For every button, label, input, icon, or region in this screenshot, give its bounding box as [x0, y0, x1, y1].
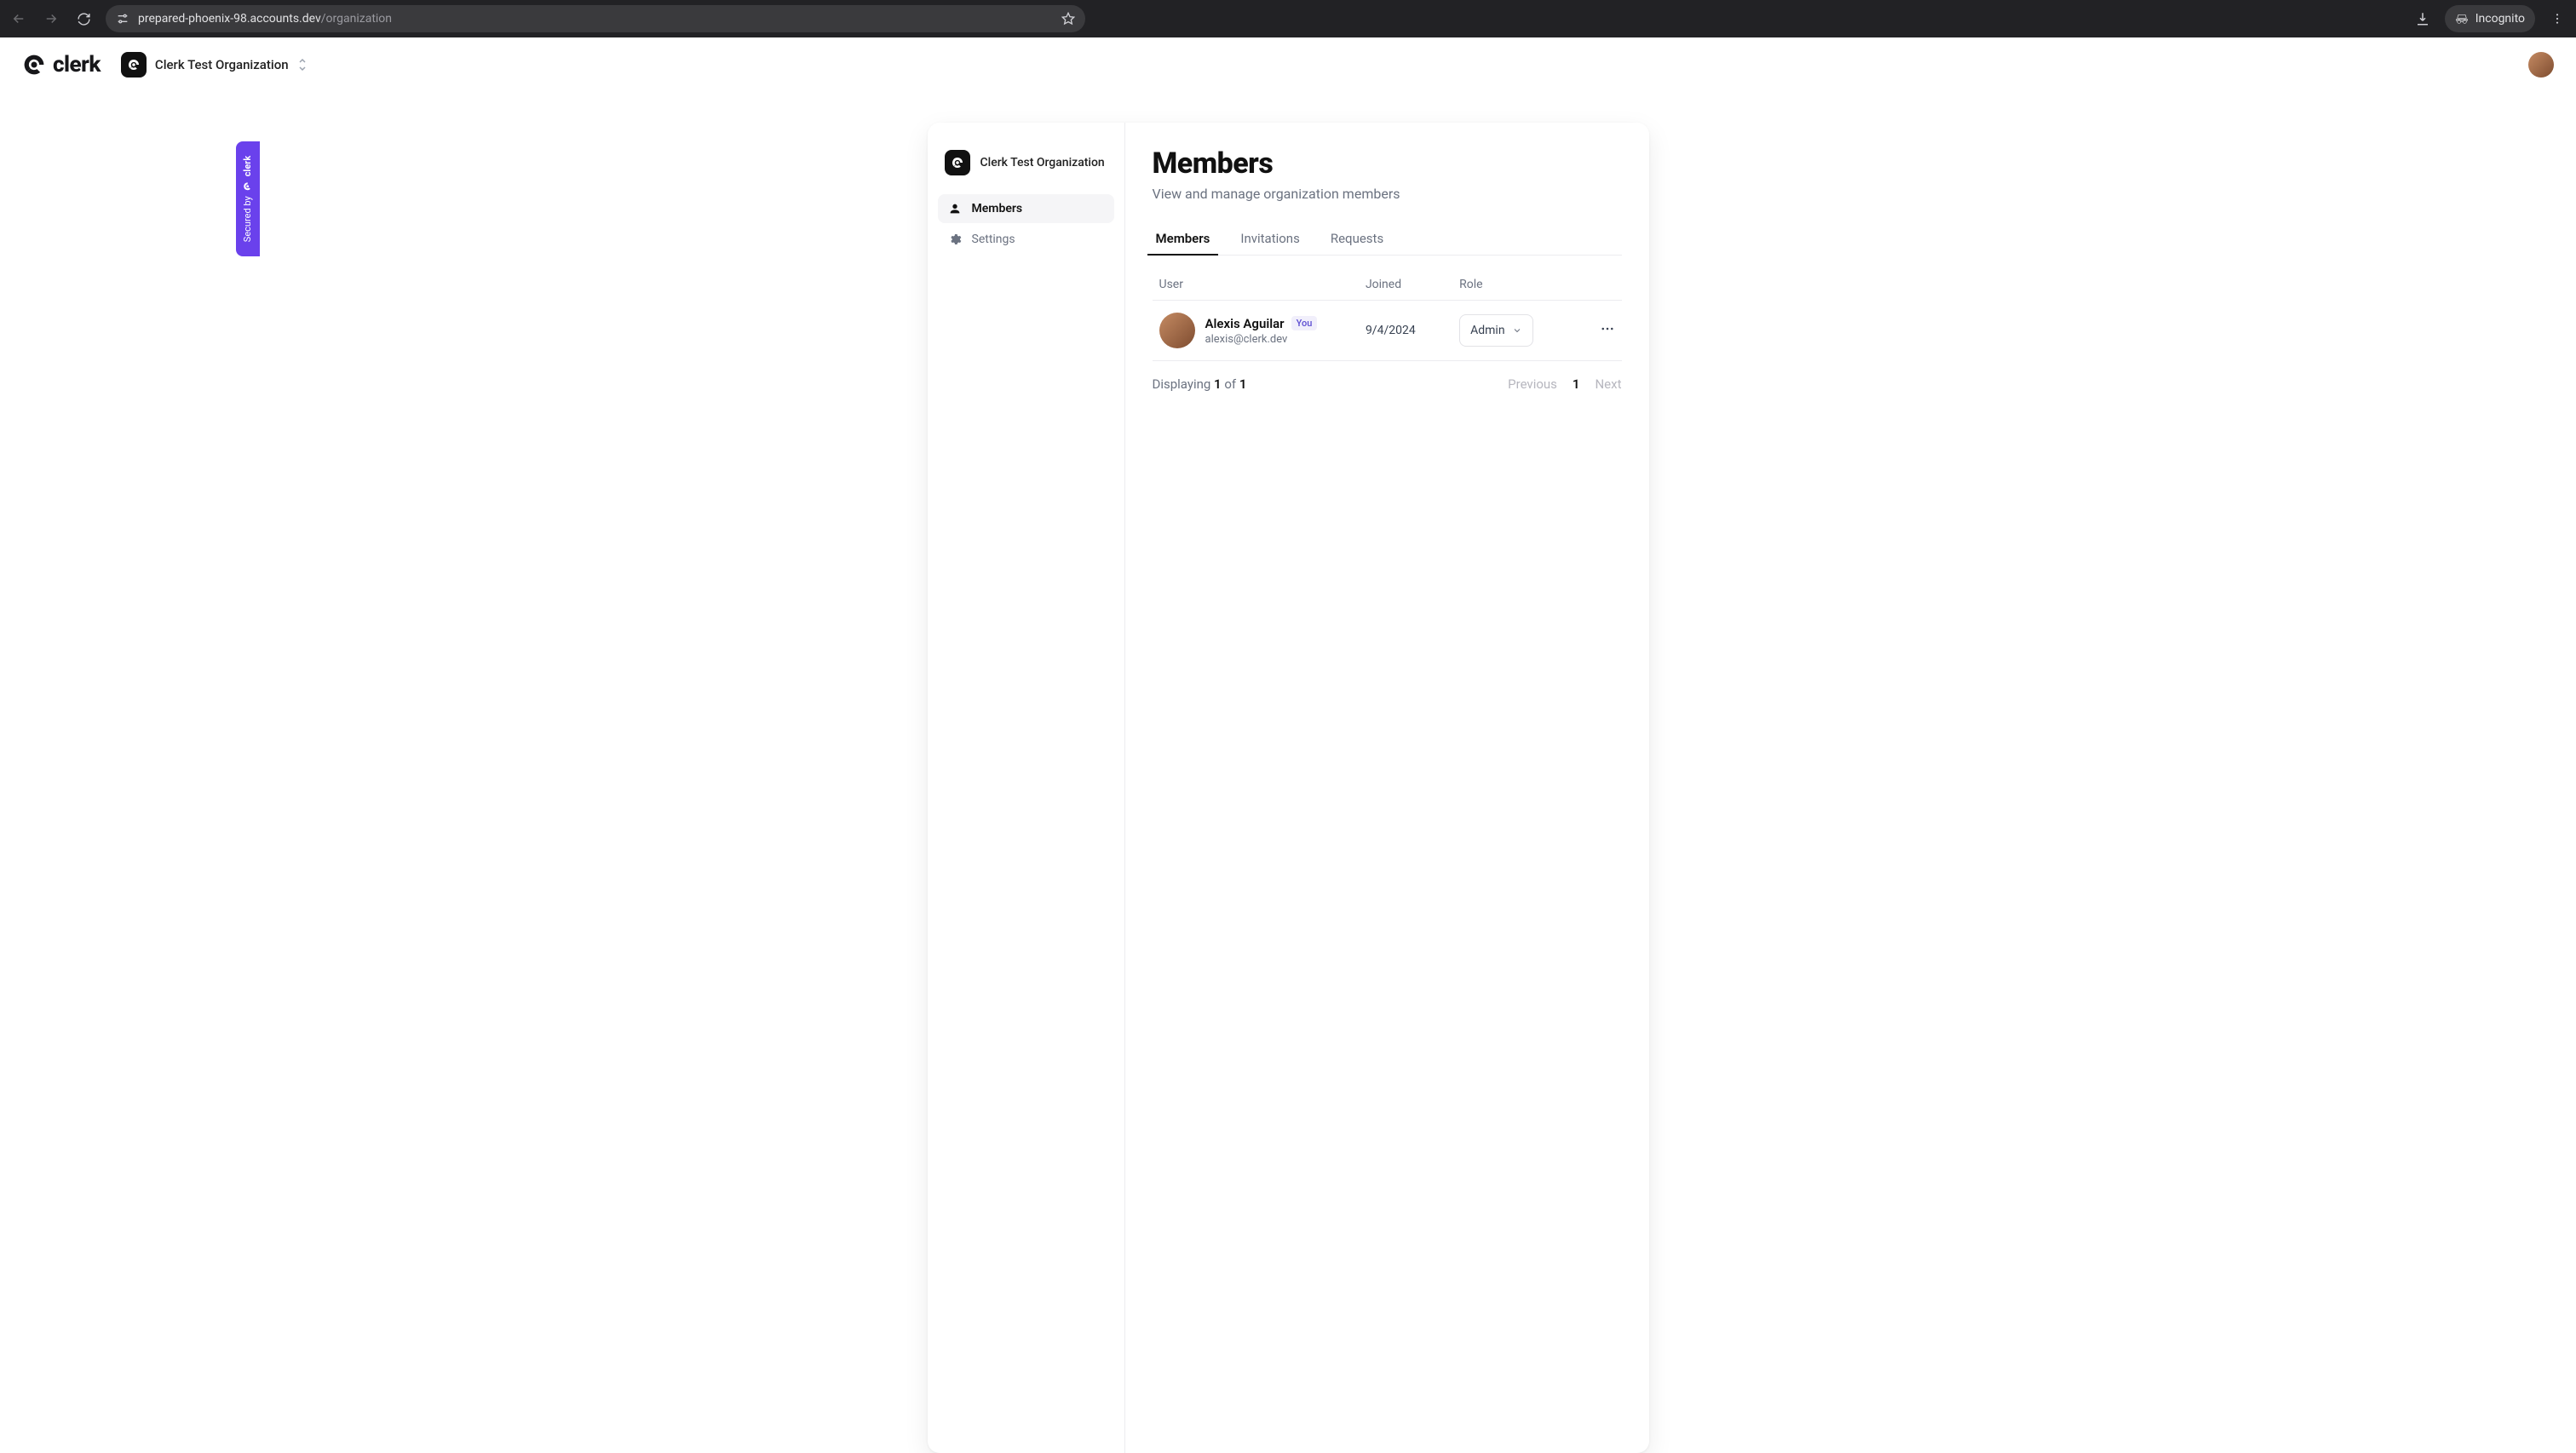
person-icon — [948, 202, 962, 215]
secured-by-clerk-tab[interactable]: Secured by clerk — [236, 141, 260, 256]
tab-members[interactable]: Members — [1153, 222, 1214, 255]
incognito-label: Incognito — [2475, 12, 2525, 26]
page-subtitle: View and manage organization members — [1153, 186, 1622, 202]
site-settings-icon[interactable] — [116, 12, 129, 26]
org-glyph-icon — [127, 58, 141, 72]
user-avatar[interactable] — [2528, 52, 2554, 78]
tab-label: Requests — [1331, 231, 1383, 246]
org-logo — [945, 150, 970, 175]
members-tabs: Members Invitations Requests — [1153, 222, 1622, 256]
table-header-row: User Joined Role — [1153, 266, 1622, 301]
card-sidebar: Clerk Test Organization Members Settings — [928, 123, 1125, 1453]
download-icon — [2415, 11, 2430, 26]
sidebar-org-name: Clerk Test Organization — [980, 156, 1105, 169]
secured-by-text: Secured by — [243, 196, 254, 242]
sidebar-item-members[interactable]: Members — [938, 194, 1114, 223]
page-title: Members — [1153, 146, 1622, 181]
incognito-icon — [2455, 12, 2469, 26]
arrow-right-icon — [43, 11, 59, 26]
downloads-button[interactable] — [2412, 9, 2433, 29]
browser-reload-button[interactable] — [73, 9, 94, 29]
browser-omnibox[interactable]: prepared-phoenix-98.accounts.dev/organiz… — [106, 5, 1085, 32]
arrow-left-icon — [11, 11, 26, 26]
gear-icon — [948, 233, 962, 246]
org-glyph-icon — [951, 156, 964, 169]
browser-url: prepared-phoenix-98.accounts.dev/organiz… — [138, 12, 1053, 26]
member-actions-button[interactable] — [1600, 326, 1615, 340]
column-header-joined: Joined — [1359, 266, 1452, 301]
tab-requests[interactable]: Requests — [1327, 222, 1387, 255]
member-user-cell: Alexis Aguilar You alexis@clerk.dev — [1159, 313, 1352, 348]
tab-invitations[interactable]: Invitations — [1237, 222, 1302, 255]
kebab-icon — [2550, 12, 2564, 26]
tab-label: Members — [1156, 231, 1210, 246]
chevron-down-icon — [1512, 325, 1522, 336]
org-switcher[interactable]: Clerk Test Organization — [121, 49, 313, 80]
pagination-previous[interactable]: Previous — [1508, 376, 1557, 392]
org-switcher-name: Clerk Test Organization — [155, 57, 289, 72]
incognito-indicator[interactable]: Incognito — [2445, 5, 2535, 32]
browser-right-controls: Incognito — [2412, 5, 2567, 32]
table-row: Alexis Aguilar You alexis@clerk.dev 9/4/… — [1153, 301, 1622, 361]
page-area: Secured by clerk Clerk Test Organization… — [0, 92, 2576, 1453]
member-email: alexis@clerk.dev — [1205, 333, 1318, 346]
org-logo — [121, 52, 147, 78]
sidebar-item-label: Members — [972, 202, 1023, 215]
member-avatar — [1159, 313, 1195, 348]
clerk-glyph-icon — [22, 53, 46, 77]
sidebar-nav: Members Settings — [938, 194, 1114, 254]
pagination-controls: Previous 1 Next — [1508, 376, 1621, 392]
browser-chrome: prepared-phoenix-98.accounts.dev/organiz… — [0, 0, 2576, 37]
browser-back-button[interactable] — [9, 9, 29, 29]
member-role-select[interactable]: Admin — [1459, 314, 1532, 347]
bookmark-star-icon[interactable] — [1061, 12, 1075, 26]
browser-forward-button[interactable] — [41, 9, 61, 29]
column-header-user: User — [1153, 266, 1359, 301]
member-name: Alexis Aguilar — [1205, 316, 1285, 331]
member-role-value: Admin — [1470, 324, 1504, 337]
app-header: clerk Clerk Test Organization — [0, 37, 2576, 92]
you-badge: You — [1291, 316, 1318, 330]
tab-label: Invitations — [1240, 231, 1299, 246]
chevron-updown-icon — [297, 58, 308, 72]
card-main: Members View and manage organization mem… — [1125, 123, 1649, 1453]
members-table: User Joined Role Alexi — [1153, 266, 1622, 361]
table-footer: Displaying 1 of 1 Previous 1 Next — [1153, 376, 1622, 392]
clerk-glyph-icon — [244, 181, 253, 191]
column-header-role: Role — [1452, 266, 1565, 301]
browser-menu-button[interactable] — [2547, 9, 2567, 29]
org-profile-card: Clerk Test Organization Members Settings… — [928, 123, 1649, 1453]
ellipsis-icon — [1600, 321, 1615, 336]
secured-by-brand: clerk — [243, 156, 254, 177]
reload-icon — [77, 12, 91, 26]
pagination-next[interactable]: Next — [1595, 376, 1621, 392]
clerk-wordmark-text: clerk — [53, 52, 101, 78]
pagination-count: Displaying 1 of 1 — [1153, 376, 1247, 392]
sidebar-item-label: Settings — [972, 233, 1015, 246]
member-joined: 9/4/2024 — [1359, 301, 1452, 361]
pagination-page-number: 1 — [1573, 376, 1580, 392]
sidebar-item-settings[interactable]: Settings — [938, 225, 1114, 254]
clerk-logo[interactable]: clerk — [22, 52, 101, 78]
sidebar-org-header[interactable]: Clerk Test Organization — [938, 143, 1114, 182]
